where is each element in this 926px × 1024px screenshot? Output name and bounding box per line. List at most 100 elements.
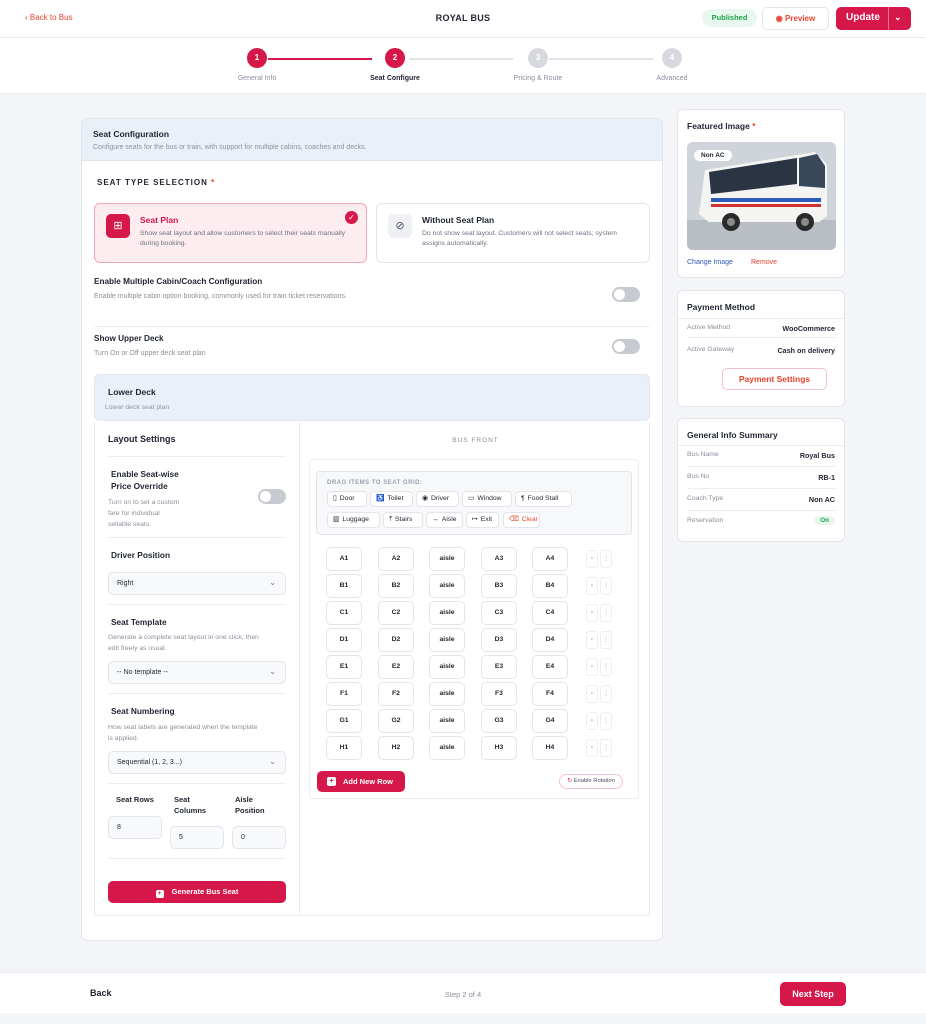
delete-row-icon[interactable]: ▫ bbox=[586, 739, 598, 757]
reservation-badge: On bbox=[814, 516, 835, 525]
drag-item-window[interactable]: ▭ Window bbox=[462, 491, 512, 507]
seat-b2[interactable]: B2 bbox=[378, 574, 414, 598]
chevron-down-icon: ⌄ bbox=[269, 667, 276, 676]
seat-e1[interactable]: E1 bbox=[326, 655, 362, 679]
seat-f3[interactable]: F3 bbox=[481, 682, 517, 706]
step-seat-configure[interactable]: 2 Seat Configure bbox=[355, 48, 435, 82]
seat-d4[interactable]: D4 bbox=[532, 628, 568, 652]
upper-deck-toggle[interactable] bbox=[612, 339, 640, 354]
seat-e4[interactable]: E4 bbox=[532, 655, 568, 679]
aisle-position-input[interactable]: 0 bbox=[232, 826, 286, 849]
aisle-cell[interactable]: aisle bbox=[429, 601, 465, 625]
seat-d1[interactable]: D1 bbox=[326, 628, 362, 652]
seat-a2[interactable]: A2 bbox=[378, 547, 414, 571]
seat-g1[interactable]: G1 bbox=[326, 709, 362, 733]
aisle-cell[interactable]: aisle bbox=[429, 574, 465, 598]
seat-h2[interactable]: H2 bbox=[378, 736, 414, 760]
seat-h4[interactable]: H4 bbox=[532, 736, 568, 760]
aisle-cell[interactable]: aisle bbox=[429, 736, 465, 760]
seat-c4[interactable]: C4 bbox=[532, 601, 568, 625]
row-drag-handle-icon[interactable]: ⋮ bbox=[600, 577, 612, 595]
status-badge: Published bbox=[702, 9, 757, 27]
seat-plan-option[interactable]: ⊞ Seat Plan Show seat layout and allow c… bbox=[94, 203, 367, 263]
lower-deck-header[interactable]: Lower Deck Lower deck seat plan bbox=[94, 374, 650, 421]
drag-item-driver[interactable]: ◉ Driver bbox=[416, 491, 459, 507]
next-step-button[interactable]: Next Step bbox=[780, 982, 846, 1006]
multi-cabin-toggle[interactable] bbox=[612, 287, 640, 302]
price-override-toggle[interactable] bbox=[258, 489, 286, 504]
seat-a4[interactable]: A4 bbox=[532, 547, 568, 571]
chevron-down-icon[interactable]: ⌄ bbox=[894, 12, 902, 23]
drag-item-stairs[interactable]: ⤒ Stairs bbox=[383, 512, 423, 528]
summary-label: Bus Name bbox=[687, 451, 719, 458]
update-button[interactable]: Update ⌄ bbox=[836, 7, 911, 30]
step-pricing-route[interactable]: 3 Pricing & Route bbox=[498, 48, 578, 82]
seat-f2[interactable]: F2 bbox=[378, 682, 414, 706]
preview-button[interactable]: ◉ Preview bbox=[762, 7, 829, 30]
seat-e2[interactable]: E2 bbox=[378, 655, 414, 679]
seat-d2[interactable]: D2 bbox=[378, 628, 414, 652]
seat-f4[interactable]: F4 bbox=[532, 682, 568, 706]
drag-item-door[interactable]: ▯ Door bbox=[327, 491, 367, 507]
aisle-cell[interactable]: aisle bbox=[429, 547, 465, 571]
seat-c1[interactable]: C1 bbox=[326, 601, 362, 625]
seat-g2[interactable]: G2 bbox=[378, 709, 414, 733]
seat-b1[interactable]: B1 bbox=[326, 574, 362, 598]
seat-c3[interactable]: C3 bbox=[481, 601, 517, 625]
row-drag-handle-icon[interactable]: ⋮ bbox=[600, 658, 612, 676]
seat-e3[interactable]: E3 bbox=[481, 655, 517, 679]
add-new-row-button[interactable]: + Add New Row bbox=[317, 771, 405, 792]
seat-c2[interactable]: C2 bbox=[378, 601, 414, 625]
top-bar: ‹ Back to Bus ROYAL BUS Published ◉ Prev… bbox=[0, 0, 926, 38]
drag-item-food-stall[interactable]: ¶ Food Stall bbox=[515, 491, 572, 507]
delete-row-icon[interactable]: ▫ bbox=[586, 577, 598, 595]
aisle-cell[interactable]: aisle bbox=[429, 655, 465, 679]
seat-g4[interactable]: G4 bbox=[532, 709, 568, 733]
drag-item-luggage[interactable]: ▥ Luggage bbox=[327, 512, 380, 528]
row-drag-handle-icon[interactable]: ⋮ bbox=[600, 739, 612, 757]
seat-columns-input[interactable]: 5 bbox=[170, 826, 224, 849]
step-general-info[interactable]: 1 General Info bbox=[217, 48, 297, 82]
payment-settings-button[interactable]: Payment Settings bbox=[722, 368, 827, 390]
delete-row-icon[interactable]: ▫ bbox=[586, 604, 598, 622]
seat-rows-input[interactable]: 8 bbox=[108, 816, 162, 839]
drag-item-exit[interactable]: ↦ Exit bbox=[466, 512, 499, 528]
seat-h1[interactable]: H1 bbox=[326, 736, 362, 760]
delete-row-icon[interactable]: ▫ bbox=[586, 685, 598, 703]
aisle-cell[interactable]: aisle bbox=[429, 628, 465, 652]
step-advanced[interactable]: 4 Advanced bbox=[632, 48, 712, 82]
stepper: 1 General Info 2 Seat Configure 3 Pricin… bbox=[0, 38, 926, 94]
row-drag-handle-icon[interactable]: ⋮ bbox=[600, 712, 612, 730]
seat-a1[interactable]: A1 bbox=[326, 547, 362, 571]
drag-item-clear[interactable]: ⌫ Clear bbox=[503, 512, 540, 528]
delete-row-icon[interactable]: ▫ bbox=[586, 550, 598, 568]
seat-g3[interactable]: G3 bbox=[481, 709, 517, 733]
without-seat-plan-option[interactable]: ⊘ Without Seat Plan Do not show seat lay… bbox=[376, 203, 650, 263]
seat-f1[interactable]: F1 bbox=[326, 682, 362, 706]
remove-image-link[interactable]: Remove bbox=[751, 259, 777, 266]
row-drag-handle-icon[interactable]: ⋮ bbox=[600, 550, 612, 568]
delete-row-icon[interactable]: ▫ bbox=[586, 631, 598, 649]
row-drag-handle-icon[interactable]: ⋮ bbox=[600, 604, 612, 622]
drag-item-aisle[interactable]: ↔ Aisle bbox=[426, 512, 463, 528]
seat-d3[interactable]: D3 bbox=[481, 628, 517, 652]
aisle-cell[interactable]: aisle bbox=[429, 709, 465, 733]
seat-a3[interactable]: A3 bbox=[481, 547, 517, 571]
row-drag-handle-icon[interactable]: ⋮ bbox=[600, 631, 612, 649]
toilet-icon: ♿ bbox=[376, 495, 385, 502]
row-drag-handle-icon[interactable]: ⋮ bbox=[600, 685, 612, 703]
generate-bus-seat-button[interactable]: + Generate Bus Seat bbox=[108, 881, 286, 903]
seat-b4[interactable]: B4 bbox=[532, 574, 568, 598]
seat-b3[interactable]: B3 bbox=[481, 574, 517, 598]
delete-row-icon[interactable]: ▫ bbox=[586, 658, 598, 676]
seat-template-select[interactable]: -- No template -- ⌄ bbox=[108, 661, 286, 684]
aisle-cell[interactable]: aisle bbox=[429, 682, 465, 706]
enable-rotation-button[interactable]: ↻ Enable Rotation bbox=[559, 774, 623, 789]
driver-position-select[interactable]: Right ⌄ bbox=[108, 572, 286, 595]
seat-numbering-select[interactable]: Sequential (1, 2, 3...) ⌄ bbox=[108, 751, 286, 774]
summary-value: Non AC bbox=[808, 495, 835, 504]
drag-item-toilet[interactable]: ♿ Toilet bbox=[370, 491, 413, 507]
delete-row-icon[interactable]: ▫ bbox=[586, 712, 598, 730]
seat-h3[interactable]: H3 bbox=[481, 736, 517, 760]
change-image-link[interactable]: Change Image bbox=[687, 259, 733, 266]
